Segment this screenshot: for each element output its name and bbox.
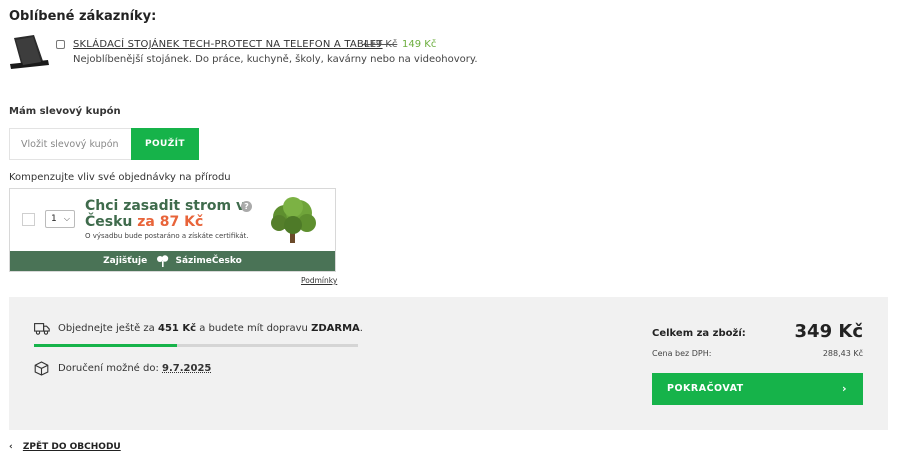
- product-name-link[interactable]: SKLÁDACÍ STOJÁNEK TECH-PROTECT NA TELEFO…: [73, 39, 383, 50]
- sazime-cesko-logo-icon: [157, 254, 169, 267]
- coupon-input[interactable]: [9, 128, 131, 160]
- shipping-text-end: .: [359, 323, 363, 334]
- favorites-title: Oblíbené zákazníky:: [9, 9, 157, 24]
- order-summary: Objednejte ještě za 451 Kč a budete mít …: [9, 297, 888, 430]
- product-description: Nejoblíbenější stojánek. Do práce, kuchy…: [73, 54, 478, 65]
- product-checkbox[interactable]: [56, 40, 65, 49]
- stand-product-image[interactable]: [8, 34, 50, 70]
- delivery-label: Doručení možné do:: [58, 363, 159, 374]
- chevron-down-icon: ⌵: [63, 214, 70, 223]
- tree-quantity-value: 1: [51, 214, 57, 224]
- tree-quantity-select[interactable]: 1 ⌵: [45, 210, 75, 228]
- chevron-left-icon: ‹: [9, 442, 13, 452]
- total-value: 349 Kč: [794, 321, 863, 342]
- coupon-apply-button[interactable]: POUŽÍT: [131, 128, 199, 160]
- tree-planting-widget: 1 ⌵ Chci zasadit strom v Česku za 87 Kč …: [9, 188, 336, 272]
- tree-image: [271, 197, 316, 243]
- shipping-text-pre: Objednejte ještě za: [58, 323, 155, 334]
- continue-button[interactable]: POKRAČOVAT ›: [652, 373, 863, 405]
- tree-checkbox[interactable]: [22, 213, 35, 226]
- back-to-shop-label: ZPĚT DO OBCHODU: [22, 442, 121, 452]
- tree-provider-bar: Zajišťuje SázimeČesko: [10, 251, 335, 271]
- box-icon: [34, 361, 49, 376]
- tree-bar-brand: SázimeČesko: [175, 256, 242, 266]
- delivery-info: Doručení možné do: 9.7.2025: [58, 363, 211, 374]
- delivery-date[interactable]: 9.7.2025: [162, 363, 211, 374]
- product-new-price: 149 Kč: [402, 39, 437, 50]
- tree-price: za 87 Kč: [137, 214, 204, 230]
- free-shipping-progress-fill: [34, 344, 177, 347]
- tree-bar-prefix: Zajišťuje: [103, 256, 148, 266]
- help-icon[interactable]: ?: [241, 201, 252, 212]
- compensation-title: Kompenzujte vliv své objednávky na příro…: [9, 172, 231, 183]
- back-to-shop-link[interactable]: ‹ ZPĚT DO OBCHODU: [9, 442, 121, 452]
- truck-icon: [34, 323, 50, 335]
- price-without-vat-label: Cena bez DPH:: [652, 349, 712, 358]
- continue-button-label: POKRAČOVAT: [667, 383, 744, 394]
- tree-subtext: O výsadbu bude postaráno a získáte certi…: [85, 232, 249, 240]
- shipping-text-mid: a budete mít dopravu: [199, 323, 308, 334]
- price-without-vat-value: 288,43 Kč: [822, 349, 863, 358]
- free-shipping-progress: [34, 344, 358, 347]
- coupon-title: Mám slevový kupón: [9, 106, 121, 117]
- tree-headline-price-line: Česku za 87 Kč: [85, 214, 203, 230]
- chevron-right-icon: ›: [841, 382, 847, 395]
- tree-headline-country: Česku: [85, 214, 133, 230]
- tree-headline: Chci zasadit strom v: [85, 198, 246, 214]
- conditions-link[interactable]: Podmínky: [301, 276, 337, 285]
- shipping-free-label: ZDARMA: [311, 323, 360, 334]
- free-shipping-text: Objednejte ještě za 451 Kč a budete mít …: [58, 323, 363, 334]
- product-old-price: 419 Kč: [363, 39, 398, 50]
- total-label: Celkem za zboží:: [652, 328, 746, 339]
- shipping-remaining-amount: 451 Kč: [157, 323, 197, 334]
